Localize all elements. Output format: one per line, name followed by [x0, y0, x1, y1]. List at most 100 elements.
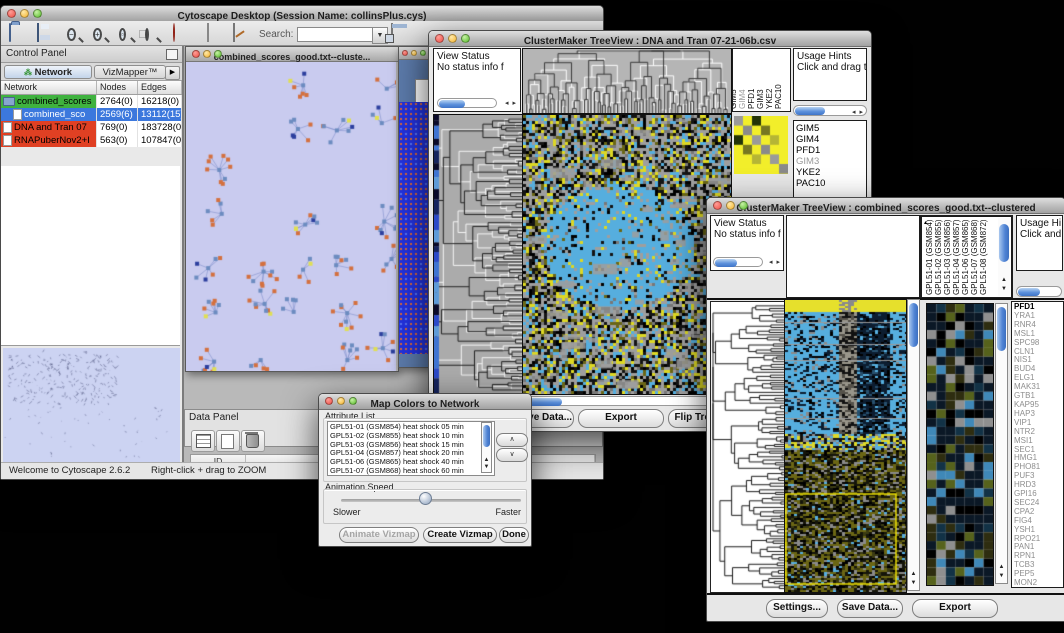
treeview1-titlebar[interactable]: ClusterMaker TreeView : DNA and Tran 07-… — [429, 31, 871, 47]
minimize-button[interactable] — [726, 201, 735, 210]
attribute-list-scrollbar[interactable]: ▲ ▼ — [481, 422, 492, 473]
minimize-button[interactable] — [411, 50, 417, 56]
float-panel-icon[interactable] — [166, 49, 178, 60]
treeview1-button[interactable]: Export Graphics... — [578, 409, 664, 428]
move-down-button[interactable]: ∨ — [496, 448, 528, 462]
row-label[interactable]: PAC10 — [796, 178, 866, 189]
visual-styles-icon[interactable] — [207, 24, 227, 42]
zoom-button[interactable] — [214, 50, 222, 58]
tab-network[interactable]: ⁂ Network — [4, 65, 92, 79]
heatmap-vscrollbar[interactable]: ▲ ▼ — [907, 299, 920, 591]
column-label[interactable]: GIM4 — [738, 89, 747, 109]
network-row[interactable]: combined_sco 2569(6) 13112(15) — [1, 108, 182, 121]
scroll-down-arrow[interactable]: ▼ — [996, 573, 1007, 580]
close-button[interactable] — [192, 50, 200, 58]
minimize-button[interactable] — [337, 397, 345, 405]
zoom-fit-icon[interactable]: ⃞ — [145, 24, 165, 42]
tab-overflow-arrow[interactable]: ▶ — [165, 66, 180, 80]
minimize-button[interactable] — [20, 9, 29, 18]
row-label-hscrollbar[interactable]: ◂ ▸ — [793, 105, 867, 116]
scroll-arrows[interactable]: ◂ ▸ — [505, 99, 517, 107]
column-label[interactable]: PAC10 — [774, 84, 783, 109]
open-file-icon[interactable] — [9, 24, 29, 42]
column-dendrogram[interactable] — [522, 48, 732, 114]
close-button[interactable] — [402, 50, 408, 56]
main-heatmap[interactable] — [784, 299, 907, 593]
slider-thumb[interactable] — [419, 492, 432, 505]
treeview2-titlebar[interactable]: ClusterMaker TreeView : combined_scores_… — [707, 198, 1064, 214]
main-titlebar[interactable]: Cytoscape Desktop (Session Name: collins… — [1, 6, 603, 22]
scroll-down-arrow[interactable]: ▼ — [482, 464, 491, 471]
network-row[interactable]: DNA and Tran 07 769(0) 183728(0) — [1, 121, 182, 134]
network-row[interactable]: combined_scores 2764(0) 16218(0) — [1, 95, 182, 108]
scroll-up-arrow[interactable]: ▲ — [996, 564, 1007, 571]
minimize-button[interactable] — [203, 50, 211, 58]
row-label[interactable]: YKE2 — [796, 167, 866, 178]
annotation-icon[interactable] — [233, 24, 253, 42]
view-status-hscrollbar[interactable] — [437, 98, 497, 108]
zoom-button[interactable] — [33, 9, 42, 18]
help-lifesaver-icon[interactable] — [173, 24, 193, 42]
column-label[interactable]: GPL51-03 (GSM856) — [943, 219, 952, 295]
close-button[interactable] — [713, 201, 722, 210]
tab-vizmapper[interactable]: VizMapper™ — [94, 65, 166, 79]
close-button[interactable] — [7, 9, 16, 18]
network-row[interactable]: RNAPuberNov2+I 563(0) 107847(0) — [1, 134, 182, 147]
scroll-up-arrow[interactable]: ▲ — [908, 571, 919, 578]
column-label[interactable]: GPL51-06 (GSM865) — [961, 219, 970, 295]
treeview2-button[interactable]: Settings... — [766, 599, 828, 618]
close-button[interactable] — [435, 34, 444, 43]
row-label[interactable]: PFD1 — [796, 145, 866, 156]
delete-attribute-icon[interactable] — [241, 430, 265, 452]
row-label[interactable]: GIM3 — [796, 156, 866, 167]
close-button[interactable] — [325, 397, 333, 405]
network-view-canvas[interactable] — [186, 62, 396, 371]
scroll-up-arrow[interactable]: ▲ — [482, 457, 491, 464]
zoom-heatmap-vscrollbar[interactable]: ▲ ▼ — [995, 303, 1008, 584]
search-input[interactable] — [297, 27, 375, 42]
treeview2-button[interactable]: Save Data... — [837, 599, 903, 618]
animate-vizmap-button[interactable]: Animate Vizmap — [339, 527, 419, 543]
create-vizmap-button[interactable]: Create Vizmap — [423, 527, 497, 543]
zoom-heatmap[interactable] — [926, 303, 994, 586]
column-label[interactable]: PFD1 — [747, 89, 756, 109]
minimize-button[interactable] — [448, 34, 457, 43]
column-label[interactable]: GPL51-07 (GSM868) — [970, 219, 979, 295]
zoom-out-icon[interactable]: − — [67, 24, 87, 42]
column-labels-scrollbar[interactable]: ▲ ▼ — [998, 218, 1010, 296]
scroll-arrows[interactable]: ◂ ▸ — [769, 258, 781, 266]
column-label[interactable]: GPL51-01 (GSM854) — [925, 219, 934, 295]
dense-network-canvas[interactable] — [399, 102, 430, 354]
done-button[interactable]: Done — [499, 527, 529, 543]
import-table-icon[interactable] — [391, 24, 411, 42]
zoom-selected-icon[interactable]: ▫ — [119, 24, 139, 42]
gene-label[interactable]: MON2 — [1014, 579, 1063, 588]
row-label[interactable]: GIM5 — [796, 123, 866, 134]
zoom-button[interactable] — [739, 201, 748, 210]
column-label[interactable]: GIM3 — [756, 89, 765, 109]
column-dendrogram-panel[interactable] — [786, 215, 920, 298]
save-session-icon[interactable] — [37, 24, 57, 42]
row-dendrogram[interactable] — [433, 114, 523, 395]
attribute-item[interactable]: GPL51-07 (GSM868) heat shock 60 min — [330, 467, 494, 476]
column-label[interactable]: GPL51-04 (GSM857) — [952, 219, 961, 295]
network-tree-area[interactable] — [1, 166, 180, 346]
column-label[interactable]: GPL51-02 (GSM855) — [934, 219, 943, 295]
dialog-titlebar[interactable]: Map Colors to Network — [319, 394, 531, 410]
treeview2-button[interactable]: Export Graphics... — [912, 599, 998, 618]
zoom-in-icon[interactable]: + — [93, 24, 113, 42]
scroll-down-arrow[interactable]: ▼ — [998, 286, 1010, 293]
new-attribute-icon[interactable] — [216, 430, 240, 452]
scroll-down-arrow[interactable]: ▼ — [908, 580, 919, 587]
birdseye-overview[interactable] — [3, 348, 180, 463]
scroll-arrows[interactable]: ◂ ▸ — [852, 108, 864, 116]
main-heatmap[interactable] — [522, 114, 732, 395]
scroll-up-arrow[interactable]: ▲ — [998, 277, 1010, 284]
correlation-mini-heatmap[interactable] — [734, 116, 788, 174]
move-up-button[interactable]: ∧ — [496, 433, 528, 447]
column-label[interactable]: GPL51-08 (GSM872) — [979, 219, 988, 295]
view-status-hscrollbar[interactable] — [713, 257, 763, 267]
attribute-select-icon[interactable] — [191, 430, 215, 452]
zoom-button[interactable] — [461, 34, 470, 43]
network-view-titlebar[interactable]: combined_scores_good.txt--cluste... — [186, 47, 398, 62]
